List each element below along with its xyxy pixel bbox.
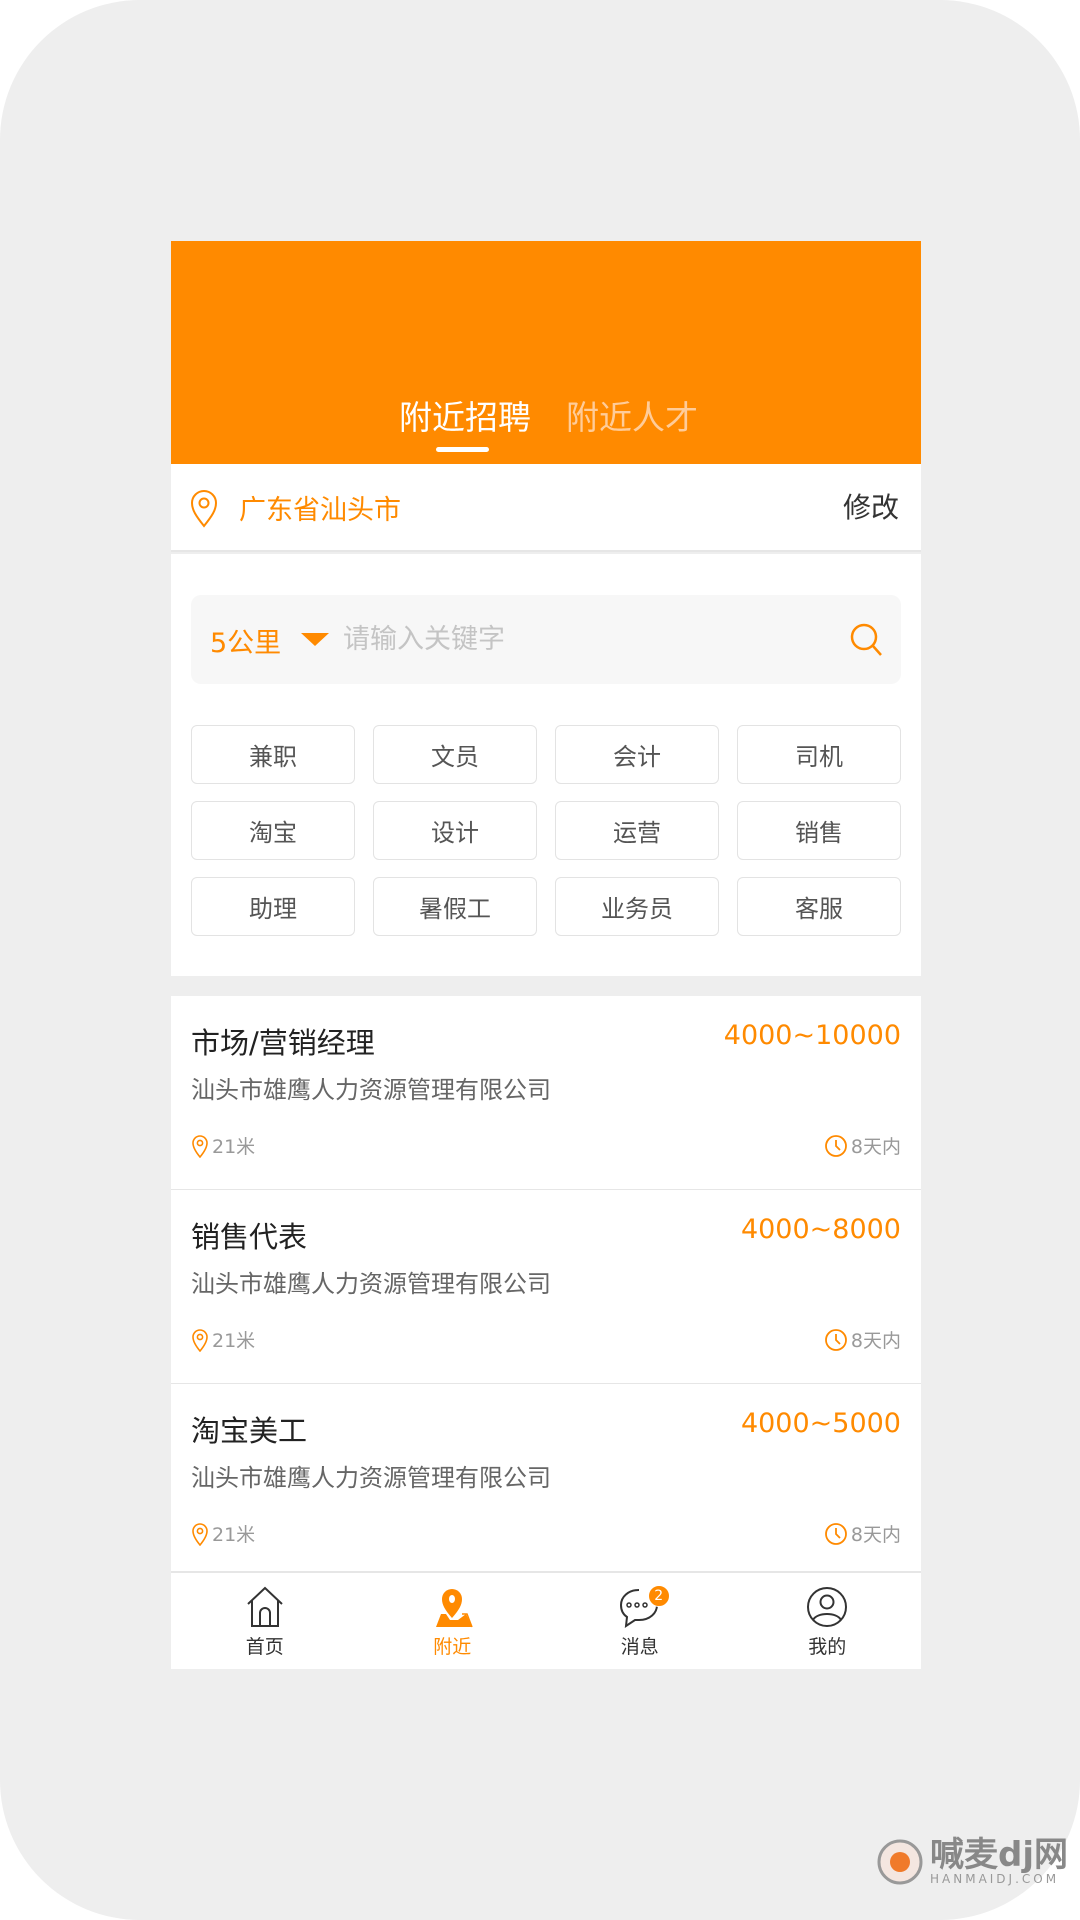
posted-text: 8天内 [850, 1136, 901, 1158]
bottom-nav: 首页 附近 2 消息 我的 [171, 1571, 921, 1669]
filter-panel: 5公里 兼职 文员 会计 司机 淘宝 设计 运营 销售 助理 暑假工 业务员 客… [171, 554, 921, 976]
keyword-input[interactable] [343, 617, 823, 661]
job-posted: 8天内 [824, 1326, 901, 1353]
distance-pin-icon [192, 1134, 208, 1158]
job-title: 淘宝美工 [191, 1414, 308, 1448]
tag-button[interactable]: 文员 [373, 725, 537, 784]
location-pin-icon [190, 490, 218, 528]
tag-button[interactable]: 助理 [191, 877, 355, 936]
tag-button[interactable]: 兼职 [191, 725, 355, 784]
search-icon[interactable] [849, 622, 883, 658]
job-salary: 4000~5000 [740, 1408, 901, 1439]
job-distance: 21米 [191, 1326, 255, 1353]
job-list-item[interactable]: 淘宝美工 4000~5000 汕头市雄鹰人力资源管理有限公司 21米 8天内 [171, 1384, 921, 1578]
nav-label: 附近 [433, 1636, 472, 1658]
home-icon [247, 1586, 283, 1627]
distance-text: 21米 [212, 1136, 256, 1158]
job-list-item[interactable]: 销售代表 4000~8000 汕头市雄鹰人力资源管理有限公司 21米 8天内 [171, 1190, 921, 1384]
edit-location-button[interactable]: 修改 [843, 486, 899, 526]
job-title: 销售代表 [191, 1220, 308, 1254]
job-list: 市场/营销经理 4000~10000 汕头市雄鹰人力资源管理有限公司 21米 8… [171, 996, 921, 1578]
header: 附近招聘 附近人才 [171, 241, 921, 464]
nav-home[interactable]: 首页 [171, 1573, 359, 1669]
company-name: 汕头市雄鹰人力资源管理有限公司 [191, 1464, 551, 1492]
nav-messages[interactable]: 2 消息 [546, 1573, 734, 1669]
keyword-tags: 兼职 文员 会计 司机 淘宝 设计 运营 销售 助理 暑假工 业务员 客服 [191, 725, 901, 936]
company-name: 汕头市雄鹰人力资源管理有限公司 [191, 1076, 551, 1104]
tag-button[interactable]: 运营 [555, 801, 719, 860]
distance-text: 21米 [212, 1524, 256, 1546]
tag-button[interactable]: 设计 [373, 801, 537, 860]
tag-button[interactable]: 司机 [737, 725, 901, 784]
tab-nearby-talent[interactable]: 附近人才 [566, 396, 698, 440]
search-bar: 5公里 [191, 595, 901, 684]
job-list-item[interactable]: 市场/营销经理 4000~10000 汕头市雄鹰人力资源管理有限公司 21米 8… [171, 996, 921, 1190]
job-salary: 4000~10000 [723, 1020, 901, 1051]
app-screen: 附近招聘 附近人才 广东省汕头市 修改 5公里 兼职 文员 会计 司机 淘宝 设… [171, 241, 921, 1669]
watermark-logo: 喊麦dj网 HANMAIDJ.COM [876, 1838, 1068, 1886]
nav-label: 首页 [245, 1636, 284, 1658]
tag-button[interactable]: 客服 [737, 877, 901, 936]
job-posted: 8天内 [824, 1132, 901, 1159]
tab-nearby-jobs[interactable]: 附近招聘 [399, 396, 531, 440]
tag-button[interactable]: 暑假工 [373, 877, 537, 936]
nav-label: 我的 [808, 1636, 847, 1658]
company-name: 汕头市雄鹰人力资源管理有限公司 [191, 1270, 551, 1298]
tag-button[interactable]: 淘宝 [191, 801, 355, 860]
user-icon [807, 1587, 848, 1627]
distance-text: 21米 [212, 1330, 256, 1352]
distance-pin-icon [192, 1328, 208, 1352]
job-title: 市场/营销经理 [191, 1026, 375, 1060]
job-distance: 21米 [191, 1520, 255, 1547]
clock-icon [825, 1134, 847, 1157]
caret-down-icon[interactable] [301, 633, 329, 646]
watermark-text: 喊麦dj网 [930, 1835, 1068, 1875]
active-tab-indicator [436, 447, 489, 452]
watermark-subtext: HANMAIDJ.COM [930, 1872, 1060, 1886]
tag-button[interactable]: 销售 [737, 801, 901, 860]
nav-nearby[interactable]: 附近 [359, 1573, 547, 1669]
watermark-logo-icon [877, 1839, 923, 1885]
tag-button[interactable]: 业务员 [555, 877, 719, 936]
job-posted: 8天内 [824, 1520, 901, 1547]
map-pin-icon [436, 1589, 473, 1628]
tag-button[interactable]: 会计 [555, 725, 719, 784]
clock-icon [825, 1522, 847, 1545]
job-distance: 21米 [191, 1132, 255, 1159]
current-location: 广东省汕头市 [239, 495, 401, 526]
nav-label: 消息 [620, 1636, 659, 1658]
unread-badge: 2 [647, 1585, 670, 1607]
radius-select[interactable]: 5公里 [210, 621, 281, 660]
location-row: 广东省汕头市 修改 [171, 464, 921, 552]
posted-text: 8天内 [850, 1524, 901, 1546]
distance-pin-icon [192, 1522, 208, 1546]
nav-profile[interactable]: 我的 [734, 1573, 922, 1669]
posted-text: 8天内 [850, 1330, 901, 1352]
job-salary: 4000~8000 [740, 1214, 901, 1245]
clock-icon [825, 1328, 847, 1351]
